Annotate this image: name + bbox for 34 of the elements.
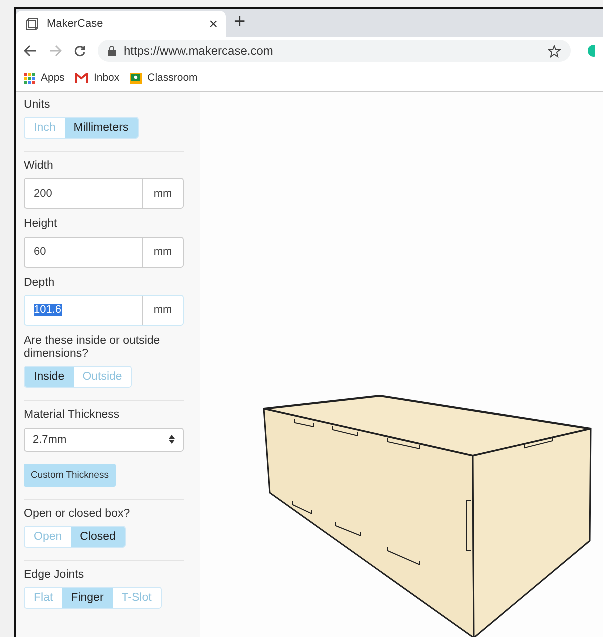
bookmark-link[interactable]: Apps — [24, 72, 65, 84]
toggle-option[interactable]: Millimeters — [64, 118, 138, 138]
back-icon[interactable] — [24, 45, 37, 57]
toggle-option[interactable]: Inside — [25, 367, 74, 388]
new-tab-button[interactable]: + — [234, 12, 246, 34]
apps-grid-icon — [24, 72, 35, 84]
sort-arrows-icon — [169, 435, 175, 444]
toggle-option[interactable]: Closed — [71, 526, 125, 547]
toggle-option[interactable]: Finger — [62, 588, 113, 608]
cube-icon — [26, 18, 39, 30]
classroom-icon — [130, 72, 142, 84]
thickness-select[interactable]: 2.7mm — [24, 428, 184, 452]
mail-icon — [74, 73, 88, 83]
bookmark-link[interactable]: Inbox — [74, 72, 120, 84]
field-label: Width — [24, 160, 54, 174]
number-field[interactable]: 60 mm — [24, 236, 184, 268]
section-label: Edge Joints — [24, 568, 86, 582]
field-label: Depth — [24, 276, 56, 290]
section-label: Material Thickness — [24, 409, 121, 423]
number-field[interactable]: 200 mm — [24, 178, 184, 210]
section-label: Are these inside or outside dimensions? — [24, 334, 162, 362]
field-label: Height — [24, 218, 58, 232]
section-label: Open or closed box? — [24, 508, 132, 521]
bookmark-link[interactable]: Classroom — [130, 72, 198, 84]
address-bar[interactable]: https://www.makercase.com — [98, 40, 571, 62]
reload-icon[interactable] — [74, 45, 86, 57]
browser-tab[interactable]: MakerCase × — [16, 11, 226, 37]
lock-icon — [108, 46, 116, 56]
number-field[interactable]: 101.6 mm — [24, 294, 184, 326]
close-tab-button[interactable]: × — [209, 16, 218, 32]
tab-title: MakerCase — [47, 18, 104, 30]
section-label: Units — [24, 99, 52, 112]
custom-thickness-button[interactable]: Custom Thickness — [24, 464, 116, 487]
star-icon[interactable] — [548, 44, 561, 58]
